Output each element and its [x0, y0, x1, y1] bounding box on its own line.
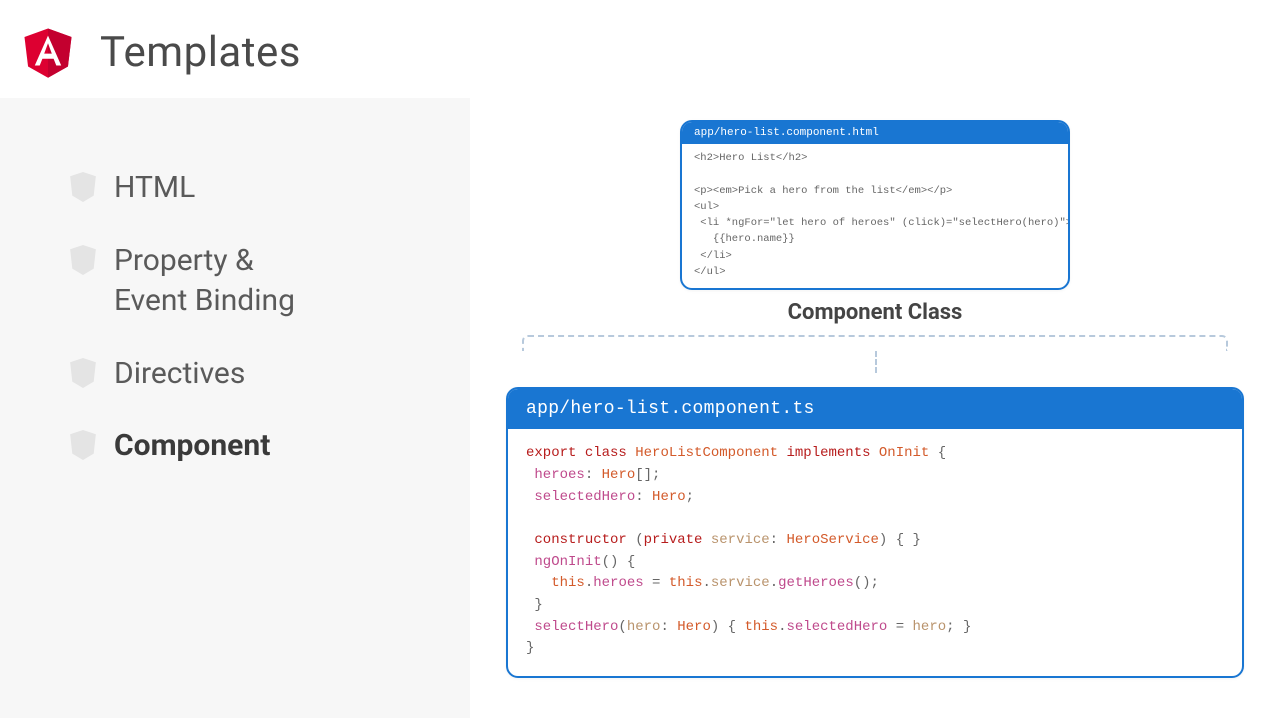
section-label-component-class: Component Class [506, 300, 1244, 325]
code-block-template-html: <h2>Hero List</h2> <p><em>Pick a hero fr… [682, 144, 1068, 288]
page-title: Templates [100, 28, 301, 77]
connector-line-v [875, 351, 877, 373]
header: Templates [0, 0, 1280, 98]
nav-item-html[interactable]: HTML [70, 168, 446, 209]
card-header: app/hero-list.component.ts [508, 389, 1242, 429]
sidebar: HTML Property & Event Binding Directives… [0, 98, 470, 718]
component-code-card: app/hero-list.component.ts export class … [506, 387, 1244, 678]
nav-item-component[interactable]: Component [70, 426, 446, 467]
nav-label: Directives [114, 354, 245, 395]
nav-item-property-event-binding[interactable]: Property & Event Binding [70, 241, 446, 322]
shield-icon [70, 358, 96, 388]
shield-icon [70, 245, 96, 275]
body: HTML Property & Event Binding Directives… [0, 98, 1280, 718]
connector-diagram [522, 327, 1228, 375]
slide: Templates HTML Property & Event Binding … [0, 0, 1280, 720]
angular-logo-icon [20, 24, 76, 80]
card-header: app/hero-list.component.html [682, 122, 1068, 144]
nav-label: Component [114, 426, 270, 467]
nav-label: Property & Event Binding [114, 241, 295, 322]
main-panel: app/hero-list.component.html <h2>Hero Li… [470, 98, 1280, 718]
template-code-card: app/hero-list.component.html <h2>Hero Li… [680, 120, 1070, 290]
connector-line-h [522, 335, 1228, 351]
code-block-component-ts: export class HeroListComponent implement… [508, 429, 1242, 676]
shield-icon [70, 172, 96, 202]
shield-icon [70, 430, 96, 460]
nav-label: HTML [114, 168, 195, 209]
nav-item-directives[interactable]: Directives [70, 354, 446, 395]
